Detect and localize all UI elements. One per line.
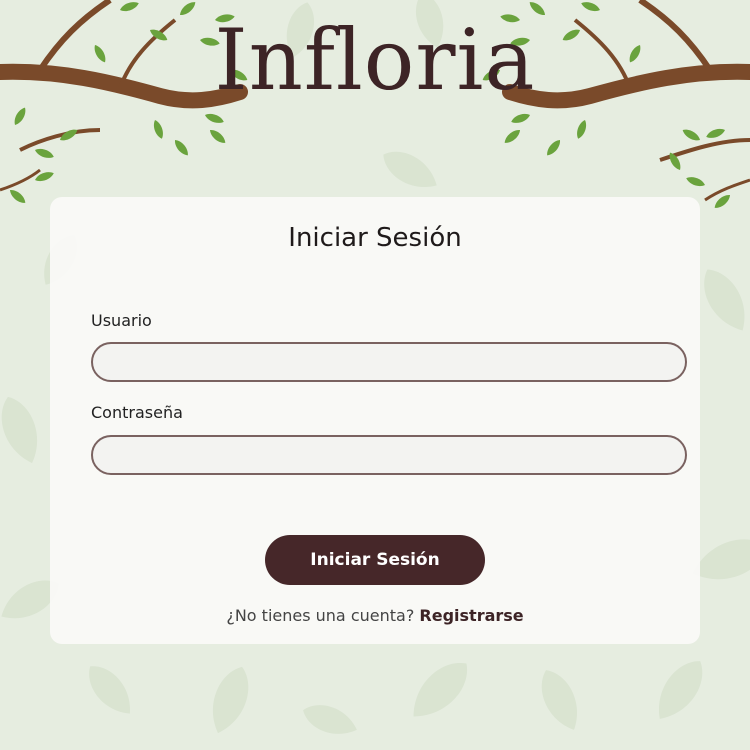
login-button[interactable]: Iniciar Sesión <box>265 535 485 585</box>
password-input[interactable] <box>91 435 687 475</box>
password-label: Contraseña <box>91 403 183 422</box>
register-link[interactable]: Registrarse <box>419 606 523 625</box>
register-prompt-line: ¿No tienes una cuenta? Registrarse <box>50 606 700 625</box>
login-title: Iniciar Sesión <box>288 223 462 253</box>
brand-logo: Infloria <box>214 11 536 109</box>
login-card: Iniciar Sesión Usuario Contraseña Inicia… <box>50 197 700 644</box>
username-input[interactable] <box>91 342 687 382</box>
username-label: Usuario <box>91 311 152 330</box>
register-prompt: ¿No tienes una cuenta? <box>226 606 415 625</box>
